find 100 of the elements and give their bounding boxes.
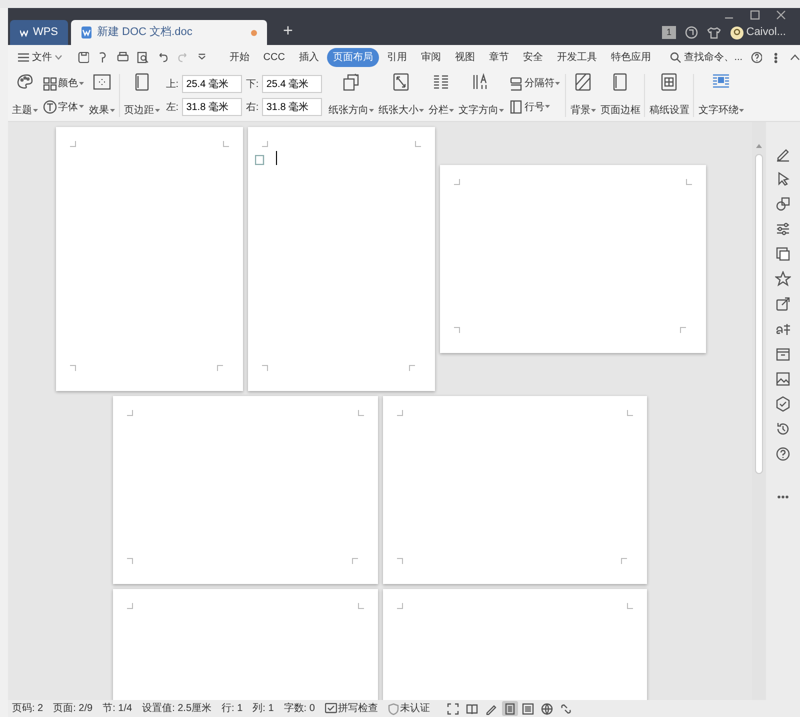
sliders-icon[interactable] (775, 221, 791, 237)
archive-icon[interactable] (775, 346, 791, 362)
ribbon-button[interactable]: 行号 (509, 100, 560, 115)
menu-tab[interactable]: 页面布局 (326, 48, 379, 67)
print-preview-icon[interactable] (136, 51, 149, 64)
menu-tab[interactable]: 插入 (292, 48, 325, 67)
margin-corner-mark (454, 179, 460, 185)
status-button[interactable]: 未认证 (388, 701, 430, 716)
caret-icon (79, 105, 84, 110)
scrollbar-thumb[interactable] (755, 154, 763, 474)
outline-view-icon (522, 702, 534, 714)
star-icon[interactable] (775, 271, 791, 287)
margin-label: 下: (246, 78, 258, 92)
margin-label: 左: (166, 100, 178, 114)
image-icon[interactable] (775, 371, 791, 387)
ribbon-button[interactable]: 分隔符 (509, 76, 560, 92)
margin-field[interactable]: 25.4 毫米 (262, 75, 322, 93)
collapse-ribbon-icon[interactable] (790, 54, 800, 61)
menu-tab[interactable]: 审阅 (414, 48, 447, 67)
ribbon-button[interactable]: 效果 (87, 72, 117, 119)
view-button[interactable] (520, 701, 536, 716)
caret-icon (591, 108, 596, 112)
file-menu[interactable]: 文件 (12, 48, 68, 67)
margin-corner-mark (358, 410, 364, 416)
notification-count[interactable]: 1 (662, 26, 676, 40)
badge-check-icon[interactable] (775, 396, 791, 412)
margin-corner-mark (358, 603, 364, 609)
undo-icon[interactable] (156, 51, 169, 64)
font-icon (43, 100, 57, 114)
status-button[interactable]: 拼写检查 (324, 701, 378, 716)
margin-field[interactable]: 31.8 毫米 (182, 98, 242, 116)
caret-icon (555, 82, 560, 86)
history-icon[interactable] (775, 421, 791, 437)
menu-tab[interactable]: CCC (257, 48, 291, 67)
menu-tab[interactable]: 特色应用 (604, 48, 657, 67)
ribbon-button[interactable]: 纸张大小 (376, 72, 426, 119)
logo-icon (20, 28, 28, 38)
share-icon[interactable] (775, 296, 791, 312)
margin-corner-mark (70, 141, 76, 147)
ribbon-button[interactable]: 字体 (43, 100, 84, 115)
margin-corner-mark (262, 141, 268, 147)
status-text: 字数: 0 (284, 702, 315, 716)
maximize-icon[interactable] (750, 10, 760, 20)
menu-tab[interactable]: 开发工具 (550, 48, 603, 67)
caret-icon (499, 108, 504, 112)
menu-tab[interactable]: 章节 (482, 48, 515, 67)
view-button[interactable] (539, 701, 556, 716)
close-icon[interactable] (776, 10, 786, 20)
shirt-icon[interactable] (706, 26, 720, 38)
page-icon (611, 73, 630, 91)
menu-tab[interactable]: 视图 (448, 48, 481, 67)
command-search[interactable]: 查找命令、... (664, 48, 749, 67)
text-cursor (276, 151, 277, 165)
ribbon-button[interactable]: 文字方向 (456, 72, 506, 119)
view-button[interactable] (502, 701, 518, 716)
margin-field[interactable]: 31.8 毫米 (262, 98, 322, 116)
document-icon (81, 26, 92, 39)
status-text: 行: 1 (222, 702, 243, 716)
margin-corner-mark (352, 558, 358, 564)
menu-tab[interactable]: 开始 (223, 48, 256, 67)
margin-corner-mark (127, 410, 133, 416)
margin-corner-mark (686, 179, 692, 185)
ribbon-button[interactable]: 文字环绕 (696, 72, 746, 119)
unsaved-dot (251, 30, 257, 36)
document-tab[interactable]: 新建 DOC 文档.doc (71, 20, 267, 45)
margin-corner-mark (627, 410, 633, 416)
ribbon-button[interactable]: 颜色 (43, 76, 84, 92)
margin-corner-mark (397, 410, 403, 416)
more-icon[interactable] (774, 52, 778, 64)
ribbon-button[interactable]: 背景 (568, 72, 598, 119)
ribbon-button[interactable]: 分栏 (426, 72, 456, 119)
page-break-icon (509, 76, 524, 91)
caret-icon (155, 108, 160, 112)
view-button[interactable] (445, 701, 462, 716)
ribbon-button[interactable]: 页面边框 (598, 72, 642, 119)
shapes-icon[interactable] (775, 196, 791, 212)
menu-tab[interactable]: 引用 (380, 48, 413, 67)
help-icon[interactable] (750, 51, 762, 64)
ribbon-button[interactable]: 稿纸设置 (647, 72, 692, 119)
margin-corner-mark (415, 141, 421, 147)
save-icon[interactable] (78, 51, 90, 64)
home-tab[interactable]: WPS (10, 20, 68, 45)
print-icon[interactable] (117, 51, 129, 64)
ribbon-button[interactable]: 主题 (10, 72, 40, 119)
margin-corner-mark (627, 603, 633, 609)
share-icon[interactable] (684, 26, 698, 39)
margin-corner-mark (127, 603, 133, 609)
margin-corner-mark (397, 603, 403, 609)
margin-field[interactable]: 25.4 毫米 (182, 75, 242, 93)
ribbon-button[interactable]: 纸张方向 (326, 72, 376, 119)
translate-icon[interactable] (775, 321, 791, 337)
user-name[interactable]: Caivol... (746, 24, 786, 41)
avatar-icon[interactable] (730, 26, 744, 40)
help-icon[interactable] (775, 446, 791, 462)
menu-tab[interactable]: 安全 (516, 48, 549, 67)
ribbon-button[interactable]: 页边距 (122, 72, 162, 119)
caret-icon (739, 108, 744, 112)
status-text: 页面: 2/9 (53, 702, 93, 716)
status-text: 设置值: 2.5厘米 (142, 702, 212, 716)
new-tab-button[interactable]: + (277, 18, 299, 43)
